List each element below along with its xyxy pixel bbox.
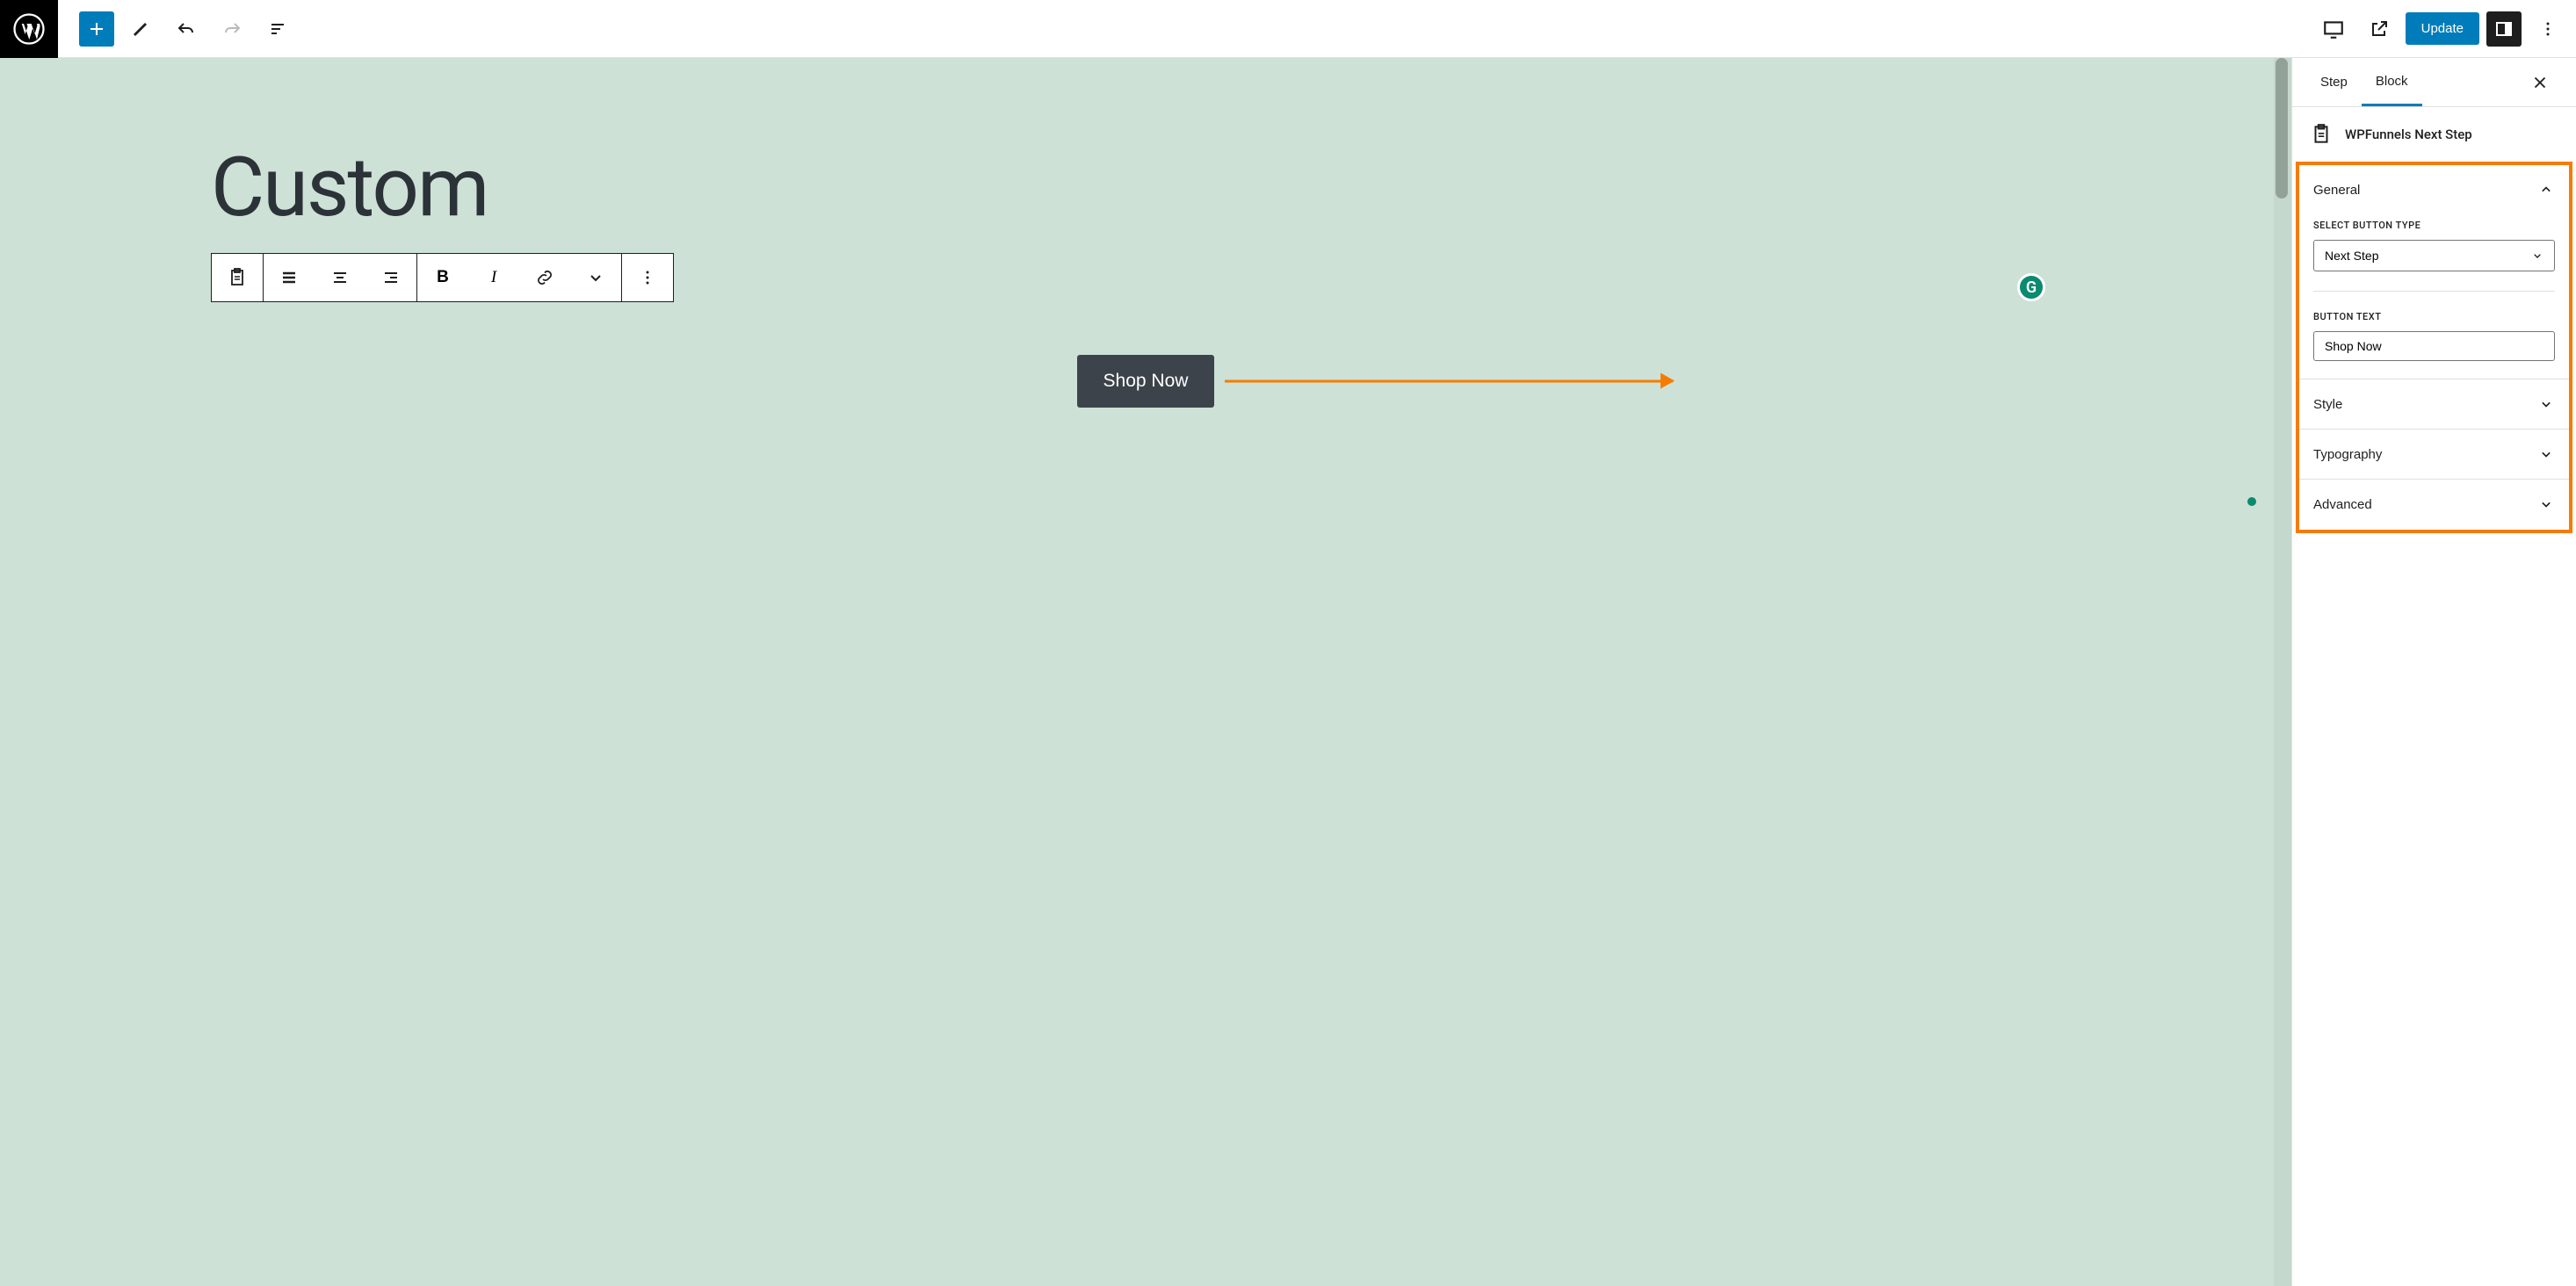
link-icon <box>534 267 555 288</box>
status-dot <box>2247 497 2256 506</box>
undo-button[interactable] <box>167 10 206 48</box>
grammarly-g-icon: G <box>2026 278 2037 297</box>
kebab-icon <box>637 267 658 288</box>
chevron-down-icon <box>2537 445 2555 463</box>
pencil-icon <box>130 18 151 40</box>
settings-toggle-button[interactable] <box>2486 11 2522 47</box>
main-area: Custom B <box>0 58 2576 1286</box>
chevron-down-icon <box>2537 495 2555 513</box>
panel-typography-toggle[interactable]: Typography <box>2299 429 2569 479</box>
top-toolbar: Update <box>0 0 2576 58</box>
view-button[interactable] <box>2314 10 2353 48</box>
panel-general-label: General <box>2313 183 2360 198</box>
page-title[interactable]: Custom <box>211 146 2080 228</box>
panel-general-toggle[interactable]: General <box>2299 165 2569 214</box>
scrollbar-thumb[interactable] <box>2276 58 2288 199</box>
external-link-button[interactable] <box>2360 10 2399 48</box>
block-toolbar: B I <box>211 253 674 302</box>
bold-button[interactable]: B <box>417 254 468 301</box>
shop-now-button[interactable]: Shop Now <box>1077 355 1215 408</box>
grammarly-badge[interactable]: G <box>2017 273 2045 301</box>
button-text-input[interactable] <box>2313 331 2555 361</box>
highlight-annotation-box: General Select Button Type Next Step But… <box>2296 162 2572 533</box>
clipboard-icon <box>227 267 248 288</box>
panel-advanced-label: Advanced <box>2313 497 2372 512</box>
update-button[interactable]: Update <box>2406 12 2479 45</box>
clipboard-icon <box>2310 123 2333 146</box>
annotation-arrow <box>1225 380 1673 383</box>
button-text-label: Button Text <box>2313 311 2555 322</box>
separator <box>2313 291 2555 292</box>
close-icon <box>2530 73 2550 92</box>
align-center-button[interactable] <box>315 254 365 301</box>
button-type-select[interactable]: Next Step <box>2313 240 2555 271</box>
more-format-button[interactable] <box>570 254 621 301</box>
outline-button[interactable] <box>258 10 297 48</box>
desktop-icon <box>2322 18 2345 40</box>
panel-style-toggle[interactable]: Style <box>2299 379 2569 429</box>
align-right-button[interactable] <box>365 254 416 301</box>
undo-icon <box>176 18 197 40</box>
plus-icon <box>86 18 107 40</box>
tab-block[interactable]: Block <box>2362 59 2422 106</box>
align-justify-icon <box>279 267 300 288</box>
external-icon <box>2369 18 2390 40</box>
wordpress-logo[interactable] <box>0 0 58 58</box>
italic-icon: I <box>491 268 496 287</box>
panel-typography-label: Typography <box>2313 447 2382 462</box>
block-name-label: WPFunnels Next Step <box>2345 126 2472 142</box>
edit-mode-button[interactable] <box>121 10 160 48</box>
chevron-up-icon <box>2537 181 2555 199</box>
block-header: WPFunnels Next Step <box>2292 107 2576 162</box>
redo-icon <box>221 18 242 40</box>
block-more-button[interactable] <box>622 254 673 301</box>
settings-sidebar: Step Block WPFunnels Next Step General S… <box>2291 58 2576 1286</box>
sidebar-icon <box>2493 18 2514 40</box>
align-center-icon <box>329 267 351 288</box>
sidebar-tabs: Step Block <box>2292 58 2576 107</box>
panel-advanced-toggle[interactable]: Advanced <box>2299 479 2569 530</box>
editor-canvas[interactable]: Custom B <box>0 58 2291 1286</box>
tab-step[interactable]: Step <box>2306 60 2362 105</box>
redo-button[interactable] <box>213 10 251 48</box>
block-type-button[interactable] <box>212 254 263 301</box>
panel-style-label: Style <box>2313 397 2342 412</box>
more-options-button[interactable] <box>2529 10 2567 48</box>
shop-button-container: Shop Now <box>211 355 2080 408</box>
add-block-button[interactable] <box>79 11 114 47</box>
canvas-scrollbar[interactable] <box>2274 58 2291 1286</box>
chevron-down-icon <box>585 267 606 288</box>
button-type-label: Select Button Type <box>2313 220 2555 231</box>
align-justify-button[interactable] <box>264 254 315 301</box>
panel-general-body: Select Button Type Next Step Button Text <box>2299 214 2569 379</box>
list-icon <box>267 18 288 40</box>
toolbar-left-group <box>58 10 297 48</box>
toolbar-right-group: Update <box>2314 10 2576 48</box>
link-button[interactable] <box>519 254 570 301</box>
italic-button[interactable]: I <box>468 254 519 301</box>
kebab-icon <box>2537 18 2558 40</box>
chevron-down-icon <box>2537 395 2555 413</box>
bold-icon: B <box>437 268 449 287</box>
align-right-icon <box>380 267 402 288</box>
close-sidebar-button[interactable] <box>2530 67 2562 98</box>
